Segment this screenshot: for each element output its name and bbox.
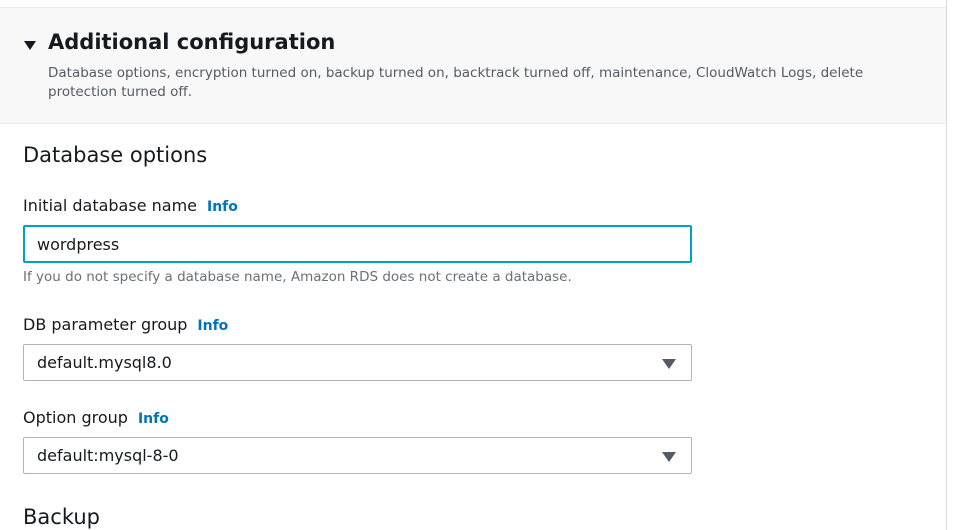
option-group-select[interactable]: default:mysql-8-0 [23,437,692,474]
initial-database-name-constraint: If you do not specify a database name, A… [23,269,572,285]
database-options-title: Database options [23,143,208,167]
db-parameter-group-selected-value: default.mysql8.0 [37,353,172,372]
initial-database-name-label: Initial database name Info [23,196,238,215]
option-group-info-link[interactable]: Info [138,411,169,427]
caret-down-icon [662,359,676,369]
backup-section-title: Backup [23,505,100,529]
option-group-selected-value: default:mysql-8-0 [37,446,179,465]
rds-create-database-page: Additional configuration Database option… [0,0,953,530]
db-parameter-group-label-text: DB parameter group [23,315,188,334]
panel-border [946,0,947,530]
option-group-label-text: Option group [23,408,128,427]
top-strip [0,0,946,8]
additional-configuration-title[interactable]: Additional configuration [48,30,335,54]
initial-database-name-info-link[interactable]: Info [207,199,238,215]
initial-database-name-label-text: Initial database name [23,196,197,215]
caret-down-icon [662,452,676,462]
db-parameter-group-select[interactable]: default.mysql8.0 [23,344,692,381]
initial-database-name-input[interactable] [23,225,692,263]
additional-configuration-header[interactable]: Additional configuration Database option… [0,8,946,124]
caret-down-icon[interactable] [24,41,36,50]
db-parameter-group-label: DB parameter group Info [23,315,228,334]
additional-configuration-description: Database options, encryption turned on, … [48,65,864,100]
option-group-label: Option group Info [23,408,169,427]
db-parameter-group-info-link[interactable]: Info [197,318,228,334]
